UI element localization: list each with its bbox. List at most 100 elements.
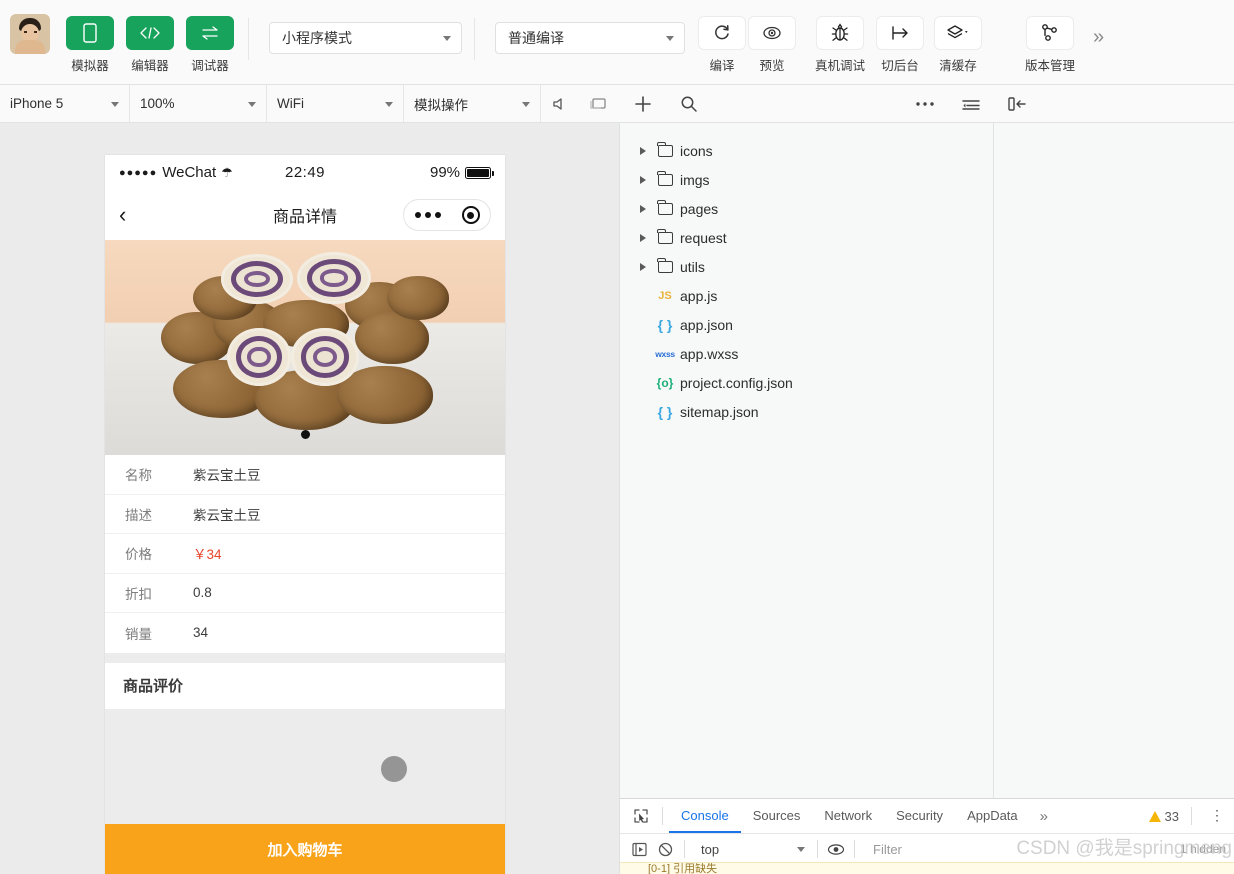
review-section-body	[105, 708, 505, 824]
network-select[interactable]: WiFi	[267, 85, 404, 122]
real-device-debug-button[interactable]: 真机调试	[809, 0, 871, 74]
device-select[interactable]: iPhone 5	[0, 85, 130, 122]
capsule-button-group[interactable]	[403, 199, 491, 231]
chevron-down-icon	[797, 847, 805, 852]
execute-icon[interactable]	[626, 834, 652, 864]
tree-item-label: app.wxss	[680, 345, 739, 362]
filter-input[interactable]: Filter	[861, 842, 902, 857]
background-button[interactable]: 切后台	[871, 0, 929, 74]
mode-select[interactable]: 小程序模式	[269, 22, 462, 54]
mute-icon[interactable]	[541, 85, 579, 122]
section-gap	[105, 652, 505, 663]
refresh-icon	[698, 16, 746, 50]
signal-dots-icon: ●●●●●	[119, 166, 158, 179]
folder-icon	[652, 257, 678, 273]
tree-item-label: icons	[680, 142, 713, 159]
carrier-label: WeChat	[162, 164, 217, 181]
folder-icon	[652, 170, 678, 186]
network-select-value: WiFi	[277, 96, 304, 111]
version-control-label: 版本管理	[1024, 59, 1075, 73]
tab-console[interactable]: Console	[669, 799, 741, 833]
outline-icon[interactable]	[948, 85, 994, 122]
main-toolbar: 模拟器 编辑器 调试器 小程序模式 普通编译 编译 预览 真机调试 切后台 清缓…	[0, 0, 1234, 85]
context-select-value: top	[701, 841, 720, 857]
tree-file-sitemap[interactable]: { } sitemap.json	[620, 397, 993, 426]
simulator-area: ●●●●● WeChat ☂ 22:49 99% ‹ 商品详情 名称 紫云宝土豆…	[0, 123, 620, 874]
console-message-text: [0-1] 引用缺失	[648, 863, 718, 874]
preview-button[interactable]: 预览	[747, 0, 797, 74]
tree-folder-imgs[interactable]: imgs	[620, 165, 993, 194]
inspect-element-icon[interactable]	[626, 799, 656, 834]
capsule-menu-icon[interactable]	[414, 212, 441, 218]
tree-file-app-wxss[interactable]: wxss app.wxss	[620, 339, 993, 368]
file-badge: {o}	[656, 375, 674, 390]
tab-appdata[interactable]: AppData	[955, 799, 1030, 833]
preview-eye-icon	[748, 16, 796, 50]
compile-mode-select[interactable]: 普通编译	[495, 22, 685, 54]
version-control-button[interactable]: 版本管理	[1017, 0, 1083, 74]
console-menu-icon[interactable]: ⋮	[1204, 808, 1230, 822]
compile-button[interactable]: 编译	[697, 0, 747, 74]
tree-file-project-config[interactable]: {o} project.config.json	[620, 368, 993, 397]
zoom-select[interactable]: 100%	[130, 85, 267, 122]
detail-key: 描述	[125, 507, 152, 523]
git-branch-icon	[1026, 16, 1074, 50]
detail-row-description: 描述 紫云宝土豆	[105, 495, 505, 534]
operation-select-value: 模拟操作	[414, 97, 468, 113]
chevron-down-icon	[248, 101, 256, 107]
review-section-title: 商品评价	[123, 678, 184, 695]
clear-console-icon[interactable]	[652, 834, 678, 864]
chevron-left-icon[interactable]: ‹	[119, 204, 126, 226]
bug-icon	[816, 16, 864, 50]
json-file-icon: { }	[652, 404, 678, 420]
chevron-right-icon[interactable]	[634, 204, 652, 213]
chevron-right-icon[interactable]	[634, 262, 652, 271]
eye-icon[interactable]	[824, 834, 848, 864]
chevron-down-icon	[443, 36, 451, 41]
avatar-eye-left	[24, 31, 27, 33]
tree-file-app-js[interactable]: JS app.js	[620, 281, 993, 310]
operation-select[interactable]: 模拟操作	[404, 85, 541, 122]
detail-value: 0.8	[193, 585, 212, 601]
chevron-right-icon[interactable]	[634, 146, 652, 155]
tree-item-label: pages	[680, 200, 719, 217]
plus-icon[interactable]	[620, 85, 666, 122]
file-explorer-toolbar	[620, 85, 1234, 123]
hidden-messages-label: 1 hidden	[1179, 842, 1226, 856]
add-to-cart-button[interactable]: 加入购物车	[105, 824, 505, 874]
capsule-target-icon[interactable]	[461, 206, 480, 224]
editor-button[interactable]: 编辑器	[124, 0, 176, 74]
chevron-right-icon[interactable]	[634, 175, 652, 184]
user-avatar[interactable]	[10, 14, 50, 54]
toolbar-overflow-button[interactable]: »	[1093, 26, 1104, 49]
tree-item-label: imgs	[680, 171, 710, 188]
tab-sources[interactable]: Sources	[741, 799, 813, 833]
clear-cache-button[interactable]: 清缓存	[929, 0, 987, 74]
tree-folder-utils[interactable]: utils	[620, 252, 993, 281]
screen-icon[interactable]	[579, 85, 617, 122]
tab-security[interactable]: Security	[884, 799, 955, 833]
tree-folder-pages[interactable]: pages	[620, 194, 993, 223]
chevron-right-icon[interactable]	[634, 233, 652, 242]
tab-network[interactable]: Network	[812, 799, 884, 833]
search-icon[interactable]	[666, 85, 712, 122]
tree-item-label: utils	[680, 258, 705, 275]
detail-value: 紫云宝土豆	[193, 507, 261, 523]
background-icon	[876, 16, 924, 50]
panel-toggle-icon[interactable]	[994, 85, 1040, 122]
ellipsis-icon[interactable]	[902, 85, 948, 122]
warning-badge[interactable]: 33	[1148, 809, 1179, 824]
toolbar-divider-1	[248, 18, 249, 60]
file-badge: { }	[657, 316, 673, 333]
debugger-button[interactable]: 调试器	[184, 0, 236, 74]
tree-folder-icons[interactable]: icons	[620, 136, 993, 165]
devtools-console-panel: Console Sources Network Security AppData…	[620, 798, 1234, 874]
context-select[interactable]: top	[691, 842, 811, 857]
filter-input-divider	[854, 840, 855, 858]
console-message-row: [0-1] 引用缺失	[620, 862, 1234, 874]
simulator-button[interactable]: 模拟器	[64, 0, 116, 74]
detail-key: 价格	[125, 547, 152, 563]
tree-folder-request[interactable]: request	[620, 223, 993, 252]
tree-file-app-json[interactable]: { } app.json	[620, 310, 993, 339]
tab-overflow-button[interactable]: »	[1030, 808, 1058, 825]
